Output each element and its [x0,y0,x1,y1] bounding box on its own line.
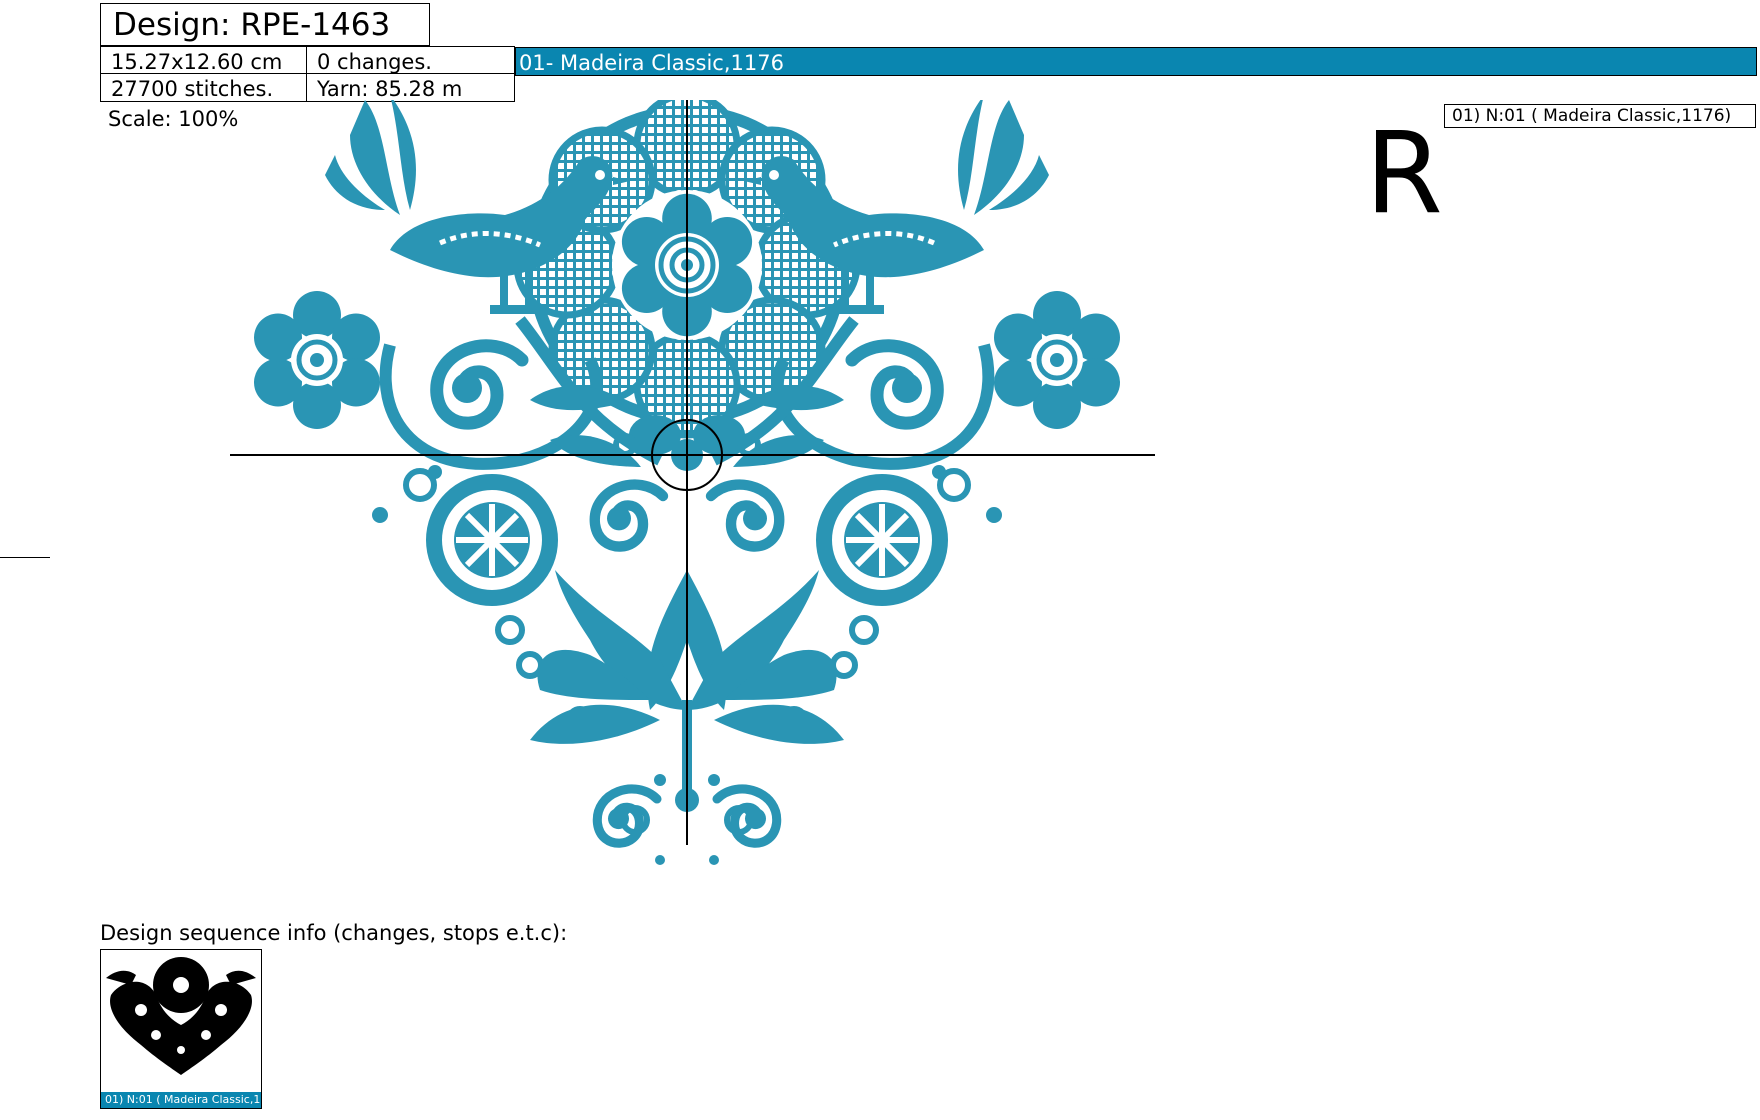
yarn-length: Yarn: 85.28 m [306,73,515,102]
scale-label: Scale: 100% [108,107,239,131]
color-changes: 0 changes. [306,46,515,74]
design-title: Design: RPE-1463 [100,3,430,46]
orientation-mark: R [1365,109,1443,239]
thread-color-bar: 01- Madeira Classic,1176 [515,47,1757,76]
design-size: 15.27x12.60 cm [100,46,307,74]
embroidery-design-icon [230,100,1155,865]
stitch-count: 27700 stitches. [100,73,307,102]
sequence-thumbnail: 01) N:01 ( Madeira Classic,1176) [100,949,262,1109]
thumbnail-caption: 01) N:01 ( Madeira Classic,1176) [101,1092,261,1108]
thread-legend: 01) N:01 ( Madeira Classic,1176) [1444,104,1756,128]
margin-tick [0,557,50,558]
thumbnail-design-icon [106,957,256,1075]
sequence-info-label: Design sequence info (changes, stops e.t… [100,921,568,945]
